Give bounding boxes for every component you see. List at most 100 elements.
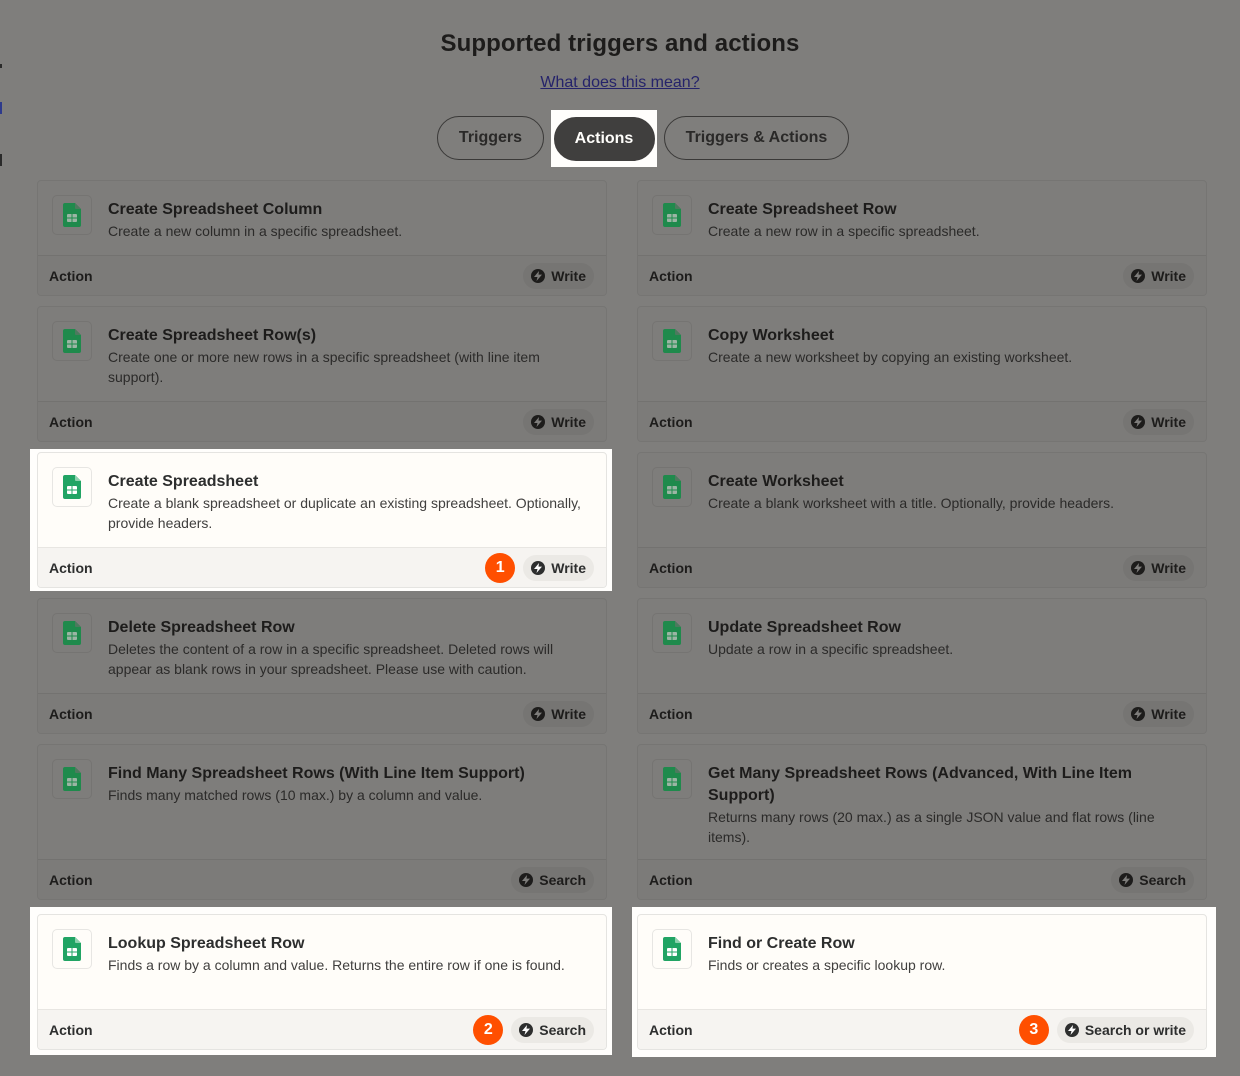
card-description: Create a new row in a specific spreadshe… [708,223,980,239]
tab-triggers[interactable]: Triggers [437,116,544,160]
action-card-find-many-spreadsheet-rows-with-line-item-support[interactable]: Find Many Spreadsheet Rows (With Line It… [37,744,607,900]
what-does-this-mean-link[interactable]: What does this mean? [540,74,699,91]
card-kind-label: Write [551,559,586,576]
card-kind-label: Write [1151,267,1186,284]
app-icon-frame [652,467,692,507]
card-footer: Action 1 Write [38,547,606,587]
card-kind-label: Write [1151,559,1186,576]
card-kind-badge: Write [1123,700,1194,727]
card-kind-label: Search [1139,871,1186,888]
google-sheets-icon [63,203,81,227]
card-type-label: Action [649,1021,693,1038]
card-type-label: Action [649,871,693,888]
card-kind-label: Write [551,705,586,722]
card-footer: Action Write [38,401,606,441]
tab-actions-highlight: Actions [551,110,657,167]
card-kind-label: Write [551,267,586,284]
bolt-icon [519,872,534,887]
card-description: Finds many matched rows (10 max.) by a c… [108,787,483,803]
card-type-label: Action [49,559,93,576]
bolt-icon [1119,872,1134,887]
action-card-update-spreadsheet-row[interactable]: Update Spreadsheet Row Update a row in a… [637,598,1207,734]
app-icon-frame [52,613,92,653]
bolt-icon [531,706,546,721]
card-type-label: Action [49,413,93,430]
card-kind-label: Search [539,871,586,888]
card-body: Copy Worksheet Create a new worksheet by… [638,307,1206,367]
action-card-find-or-create-row[interactable]: Find or Create Row Finds or creates a sp… [637,914,1207,1050]
app-icon-frame [652,613,692,653]
action-card-lookup-spreadsheet-row[interactable]: Lookup Spreadsheet Row Finds a row by a … [37,914,607,1050]
card-footer-right: Write [523,408,594,435]
card-footer: Action Search [38,859,606,899]
card-kind-label: Search or write [1084,1021,1186,1038]
card-description: Create a new worksheet by copying an exi… [708,349,1073,365]
action-card-get-many-spreadsheet-rows-advanced-with-line-item-support[interactable]: Get Many Spreadsheet Rows (Advanced, Wit… [637,744,1207,900]
card-body: Create Spreadsheet Row Create a new row … [638,181,1206,241]
card-footer: Action 2 Search [38,1009,606,1049]
card-kind-badge: Search or write [1056,1016,1194,1043]
card-footer: Action 3 Search or write [638,1009,1206,1049]
action-card-copy-worksheet[interactable]: Copy Worksheet Create a new worksheet by… [637,306,1207,442]
google-sheets-icon [63,475,81,499]
bolt-icon [531,560,546,575]
card-footer: Action Write [638,401,1206,441]
card-title: Delete Spreadsheet Row [108,619,295,636]
google-sheets-icon [63,329,81,353]
card-description: Finds or creates a specific lookup row. [708,957,946,973]
step-number-badge: 1 [485,552,516,583]
card-description: Create a new column in a specific spread… [108,223,403,239]
card-body: Create Spreadsheet Column Create a new c… [38,181,606,241]
card-body: Get Many Spreadsheet Rows (Advanced, Wit… [638,745,1206,847]
action-card-create-worksheet[interactable]: Create Worksheet Create a blank workshee… [637,452,1207,588]
card-title: Create Spreadsheet Row [708,201,897,218]
app-icon-frame [52,929,92,969]
card-title: Create Spreadsheet [108,473,259,490]
card-description: Create a blank worksheet with a title. O… [708,495,1114,511]
card-description: Returns many rows (20 max.) as a single … [708,809,1155,845]
google-sheets-icon [63,621,81,645]
action-card-create-spreadsheet-column[interactable]: Create Spreadsheet Column Create a new c… [37,180,607,296]
card-footer: Action Search [638,859,1206,899]
bolt-icon [1131,268,1146,283]
card-kind-label: Write [1151,705,1186,722]
card-title: Find Many Spreadsheet Rows (With Line It… [108,765,525,782]
card-footer: Action Write [638,693,1206,733]
card-body: Create Worksheet Create a blank workshee… [638,453,1206,513]
action-card-create-spreadsheet-row[interactable]: Create Spreadsheet Row Create a new row … [637,180,1207,296]
card-description: Update a row in a specific spreadsheet. [708,641,954,657]
card-title: Get Many Spreadsheet Rows (Advanced, Wit… [708,765,1132,804]
card-footer-right: 2 Search [473,1014,594,1045]
app-icon-frame [52,467,92,507]
card-type-label: Action [49,871,93,888]
card-kind-badge: Write [523,262,594,289]
card-kind-badge: Write [523,554,594,581]
bolt-icon [1064,1022,1079,1037]
app-icon-frame [652,195,692,235]
app-icon-frame [52,321,92,361]
card-description: Deletes the content of a row in a specif… [108,641,554,677]
tab-actions[interactable]: Actions [553,116,655,161]
google-sheets-icon [63,937,81,961]
card-kind-badge: Search [511,866,594,893]
action-card-create-spreadsheet[interactable]: Create Spreadsheet Create a blank spread… [37,452,607,588]
bolt-icon [531,268,546,283]
card-kind-label: Search [539,1021,586,1038]
card-kind-badge: Search [1111,866,1194,893]
bolt-icon [519,1022,534,1037]
card-kind-label: Write [1151,413,1186,430]
clipped-left-content [0,102,2,114]
google-sheets-icon [663,203,681,227]
card-footer: Action Write [38,693,606,733]
card-title: Lookup Spreadsheet Row [108,935,305,952]
google-sheets-icon [663,475,681,499]
step-number-badge: 2 [473,1014,504,1045]
bolt-icon [1131,560,1146,575]
card-title: Create Spreadsheet Row(s) [108,327,317,344]
card-footer-right: Write [523,262,594,289]
tab-triggers-and-actions[interactable]: Triggers & Actions [664,116,849,160]
card-footer-right: Write [1123,700,1194,727]
action-card-delete-spreadsheet-row[interactable]: Delete Spreadsheet Row Deletes the conte… [37,598,607,734]
action-card-create-spreadsheet-row-s[interactable]: Create Spreadsheet Row(s) Create one or … [37,306,607,442]
bolt-icon [531,414,546,429]
